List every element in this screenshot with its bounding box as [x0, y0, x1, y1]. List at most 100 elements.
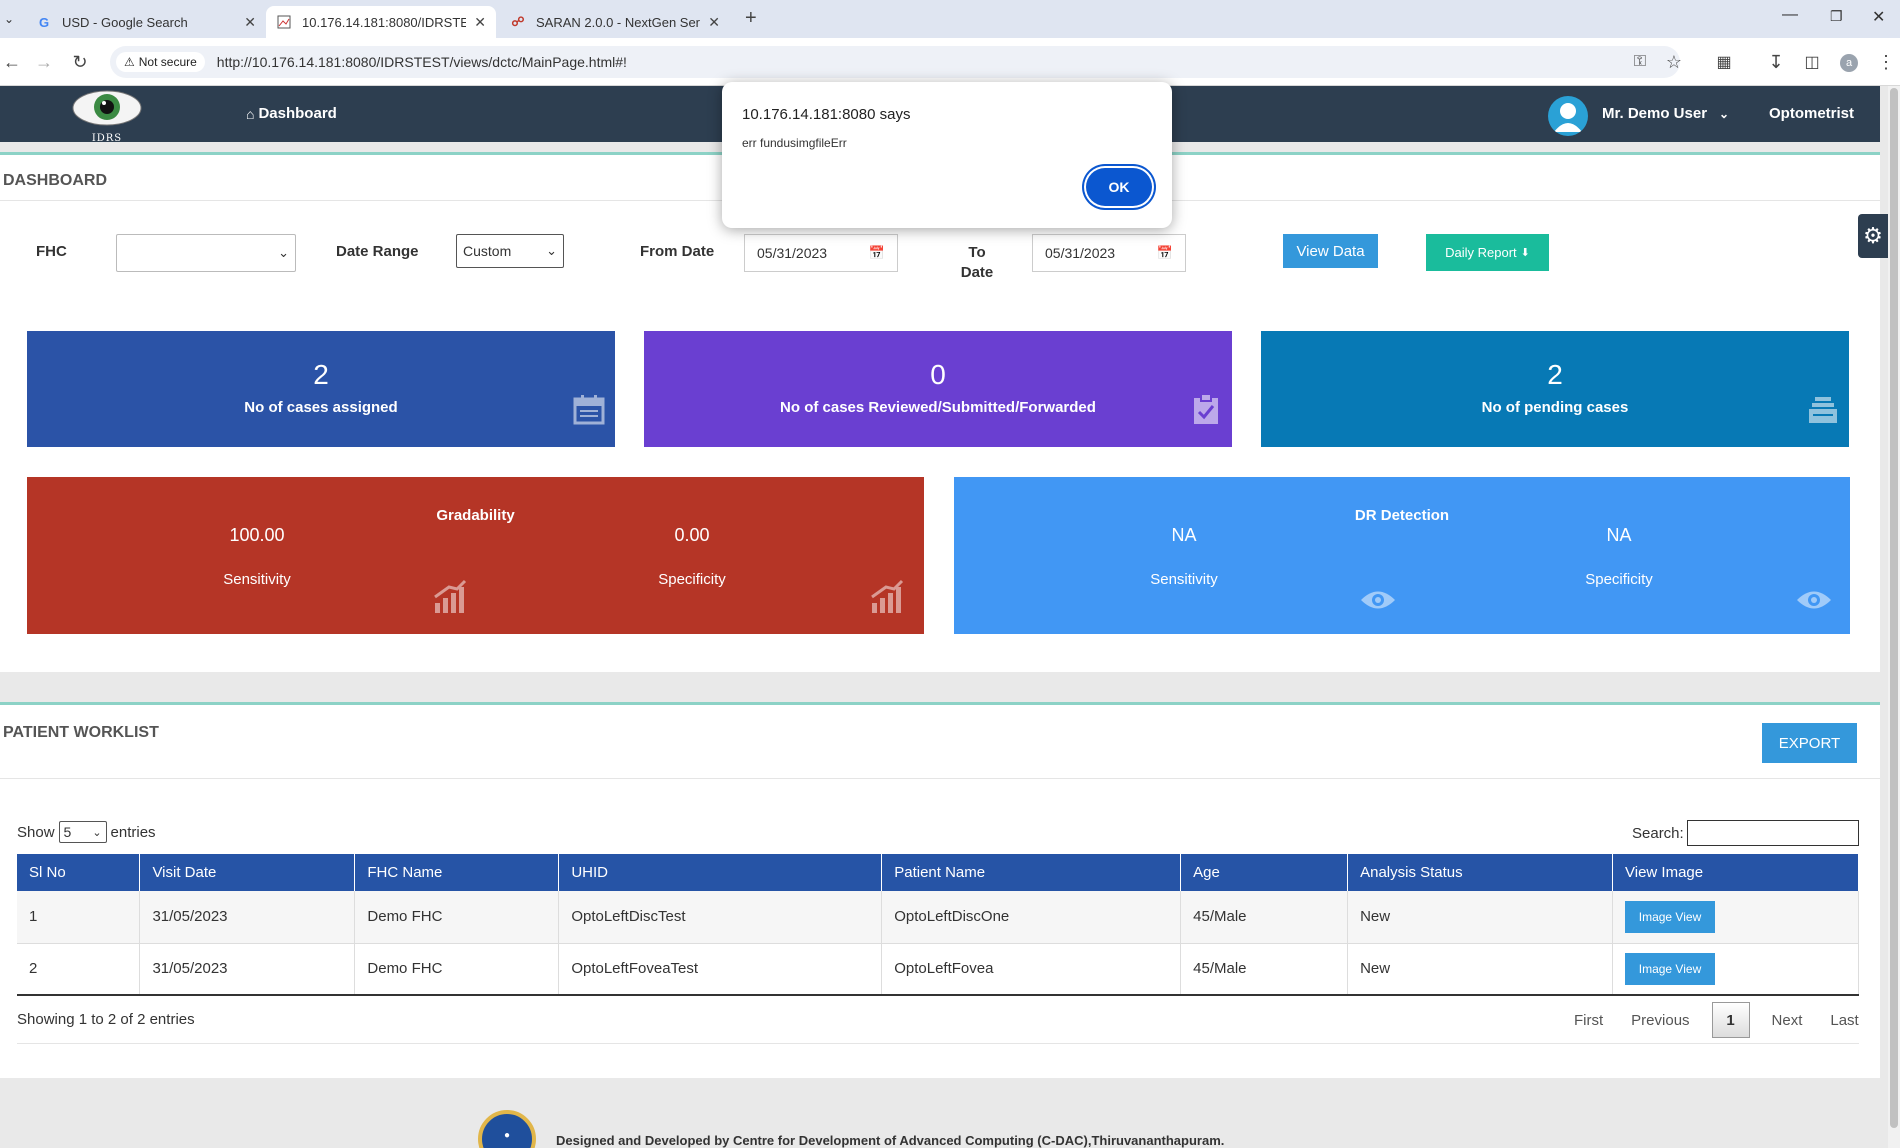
- view-data-button[interactable]: View Data: [1283, 234, 1378, 268]
- to-date-label: To Date: [960, 244, 994, 281]
- worklist-bottom-divider: [17, 1043, 1859, 1044]
- footer-credit: Designed and Developed by Centre for Dev…: [556, 1133, 1225, 1148]
- image-view-button[interactable]: Image View: [1625, 900, 1715, 933]
- browser-tab-google[interactable]: G USD - Google Search ✕: [26, 6, 266, 38]
- close-tab-icon[interactable]: ✕: [708, 14, 720, 31]
- from-date-input[interactable]: 05/31/2023 📅: [744, 234, 898, 272]
- user-menu[interactable]: Mr. Demo User ⌄: [1602, 105, 1729, 122]
- column-header[interactable]: Analysis Status: [1347, 854, 1613, 891]
- column-header[interactable]: Visit Date: [139, 854, 356, 891]
- dialog-title: 10.176.14.181:8080 says: [742, 106, 911, 123]
- more-menu-icon[interactable]: ⋮: [1874, 50, 1898, 74]
- gradability-specificity-label: Specificity: [658, 571, 726, 588]
- pager-last[interactable]: Last: [1816, 1012, 1872, 1029]
- security-chip-label: Not secure: [138, 55, 197, 69]
- chevron-down-icon: ⌄: [92, 826, 102, 839]
- page-icon: [276, 14, 292, 30]
- cell-sl-no: 2: [17, 943, 141, 996]
- pager-next[interactable]: Next: [1758, 1012, 1817, 1029]
- calendar-icon[interactable]: 📅: [1157, 245, 1173, 261]
- close-tab-icon[interactable]: ✕: [244, 14, 256, 31]
- new-tab-icon[interactable]: +: [745, 7, 757, 30]
- user-role[interactable]: Optometrist: [1769, 105, 1854, 122]
- reload-icon[interactable]: ↻: [68, 50, 92, 74]
- minimize-icon[interactable]: —: [1782, 6, 1798, 24]
- column-header[interactable]: Sl No: [17, 854, 141, 891]
- show-label: Show: [17, 823, 55, 841]
- restore-icon[interactable]: ❐: [1830, 8, 1843, 25]
- chevron-down-icon: ⌄: [1719, 106, 1730, 121]
- settings-button[interactable]: ⚙: [1858, 214, 1888, 258]
- column-header[interactable]: Age: [1180, 854, 1349, 891]
- card-label: No of pending cases: [1481, 399, 1629, 416]
- cell-age: 45/Male: [1180, 891, 1349, 944]
- column-header[interactable]: FHC Name: [354, 854, 560, 891]
- pager-first[interactable]: First: [1560, 1012, 1617, 1029]
- dr-specificity-value: NA: [1606, 525, 1632, 545]
- user-avatar[interactable]: [1548, 96, 1588, 136]
- key-icon[interactable]: ⚿: [1628, 50, 1652, 74]
- page-length-control: Show 5 ⌄ entries: [17, 821, 156, 843]
- worklist-divider: [0, 778, 1880, 779]
- page-scrollbar-thumb[interactable]: [1890, 88, 1898, 1128]
- close-tab-icon[interactable]: ✕: [474, 14, 486, 31]
- close-window-icon[interactable]: ✕: [1872, 7, 1885, 27]
- security-chip[interactable]: ⚠ Not secure: [116, 52, 205, 72]
- dr-specificity-label: Specificity: [1585, 571, 1653, 588]
- worklist-title: PATIENT WORKLIST: [3, 724, 159, 741]
- forward-icon[interactable]: →: [32, 50, 56, 74]
- logo-text: IDRS: [91, 133, 123, 144]
- cell-uhid: OptoLeftDiscTest: [558, 891, 883, 944]
- gradability-title: Gradability: [436, 507, 515, 524]
- browser-tab-idrs[interactable]: 10.176.14.181:8080/IDRSTEST/v ✕: [266, 6, 496, 38]
- tab-search-chevron-icon[interactable]: ⌄: [4, 12, 14, 26]
- to-date-input[interactable]: 05/31/2023 📅: [1032, 234, 1186, 272]
- pager-current-page[interactable]: 1: [1711, 1002, 1750, 1038]
- gradability-sensitivity-label: Sensitivity: [223, 571, 291, 588]
- card-value: 0: [930, 359, 946, 390]
- date-range-select[interactable]: Custom ⌄: [456, 234, 564, 268]
- cell-uhid: OptoLeftFoveaTest: [558, 943, 883, 996]
- cell-patient-name: OptoLeftDiscOne: [881, 891, 1182, 944]
- column-header[interactable]: Patient Name: [881, 854, 1182, 891]
- user-icon: [1554, 103, 1582, 132]
- column-header[interactable]: View Image: [1612, 854, 1859, 891]
- nav-dashboard[interactable]: ⌂ Dashboard: [246, 105, 337, 122]
- extensions-icon[interactable]: ▦: [1712, 50, 1736, 74]
- fhc-select[interactable]: ⌄: [116, 234, 296, 272]
- from-date-label: From Date: [640, 243, 715, 260]
- column-header[interactable]: UHID: [558, 854, 883, 891]
- entries-select[interactable]: 5 ⌄: [58, 821, 107, 843]
- idrs-logo[interactable]: IDRS: [70, 88, 144, 144]
- back-icon[interactable]: ←: [0, 50, 24, 74]
- image-view-button[interactable]: Image View: [1625, 952, 1715, 985]
- nav-dashboard-label: Dashboard: [258, 105, 337, 122]
- eye-icon: [1797, 591, 1831, 609]
- side-panel-icon[interactable]: ◫: [1800, 50, 1824, 74]
- calendar-icon[interactable]: 📅: [869, 245, 885, 261]
- chevron-down-icon: ⌄: [546, 243, 557, 258]
- card-cases-assigned[interactable]: 2 No of cases assigned: [27, 331, 615, 447]
- growth-chart-icon: [434, 579, 467, 613]
- address-bar[interactable]: ⚠ Not secure http://10.176.14.181:8080/I…: [110, 46, 1680, 78]
- dialog-ok-button[interactable]: OK: [1086, 168, 1152, 206]
- profile-avatar[interactable]: a: [1840, 54, 1858, 72]
- bookmark-star-icon[interactable]: ☆: [1662, 50, 1686, 74]
- cell-sl-no: 1: [17, 891, 141, 944]
- pager-previous[interactable]: Previous: [1617, 1012, 1703, 1029]
- url-text[interactable]: http://10.176.14.181:8080/IDRSTEST/views…: [217, 54, 627, 70]
- browser-tab-saran[interactable]: ☍ SARAN 2.0.0 - NextGen Service ✕: [500, 6, 730, 38]
- download-icon: ⬇: [1520, 247, 1530, 259]
- gradability-panel: Gradability 100.00 Sensitivity 0.00 Spec…: [27, 477, 924, 634]
- export-button[interactable]: EXPORT: [1762, 723, 1857, 763]
- google-icon: G: [38, 14, 50, 30]
- search-input[interactable]: [1687, 820, 1859, 846]
- card-cases-reviewed[interactable]: 0 No of cases Reviewed/Submitted/Forward…: [644, 331, 1232, 447]
- download-icon[interactable]: ↧: [1764, 50, 1788, 74]
- cell-age: 45/Male: [1180, 943, 1349, 996]
- daily-report-button[interactable]: Daily Report ⬇: [1426, 234, 1549, 271]
- table-row: 1 31/05/2023 Demo FHC OptoLeftDiscTest O…: [17, 891, 1859, 944]
- fhc-label: FHC: [36, 243, 67, 260]
- card-pending-cases[interactable]: 2 No of pending cases: [1261, 331, 1849, 447]
- dr-detection-panel: DR Detection NA Sensitivity NA Specifici…: [954, 477, 1850, 634]
